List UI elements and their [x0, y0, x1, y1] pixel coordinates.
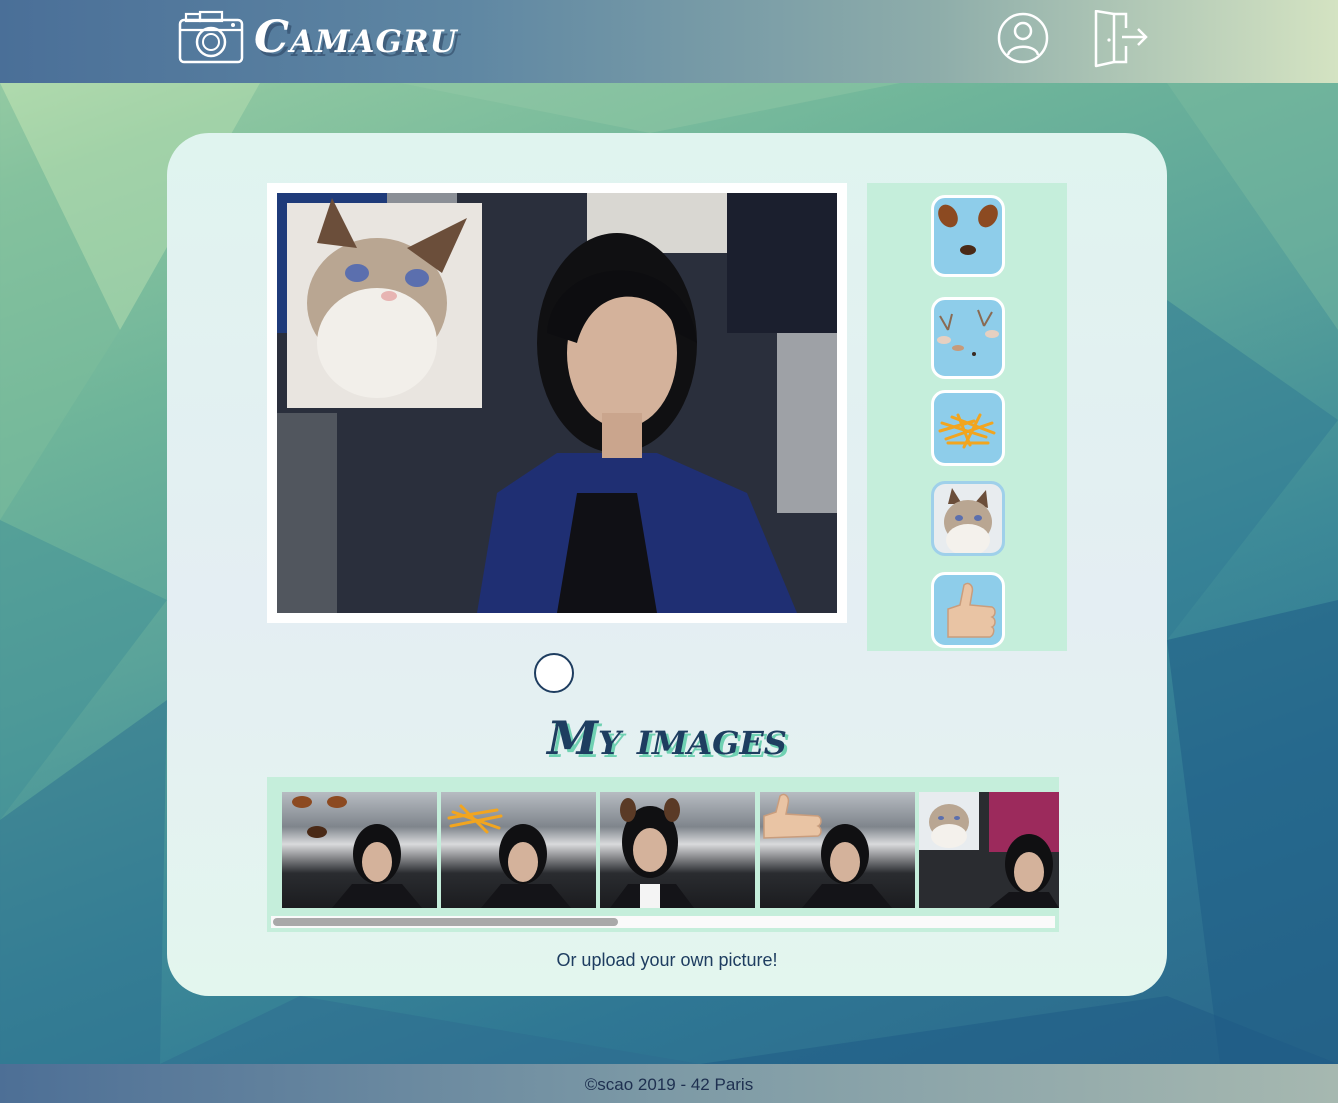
- grumpy-cat-icon: [934, 484, 1002, 553]
- thumbnail-image: [447, 804, 571, 908]
- webcam-image: [277, 193, 837, 613]
- gallery-thumbnail[interactable]: [760, 792, 915, 908]
- dog-ears-nose-sticker[interactable]: [931, 195, 1005, 277]
- webcam-preview-frame: [267, 183, 847, 623]
- scrollbar-thumb[interactable]: [273, 918, 618, 926]
- webcam-preview[interactable]: [277, 193, 837, 613]
- thumbnail-image: [919, 792, 1059, 908]
- grumpy-cat-sticker[interactable]: [931, 481, 1005, 556]
- gallery-thumbnail[interactable]: [282, 792, 437, 908]
- deer-antlers-sticker[interactable]: [931, 297, 1005, 379]
- camera-icon: [178, 10, 244, 64]
- top-header: Camagru: [0, 0, 1338, 83]
- sticker-panel: [867, 183, 1067, 651]
- dog-ears-icon: [938, 204, 998, 255]
- user-profile-icon[interactable]: [996, 10, 1050, 66]
- french-fries-sticker[interactable]: [931, 390, 1005, 466]
- capture-button[interactable]: [534, 653, 574, 693]
- my-images-title: My images: [547, 711, 787, 765]
- thumbnail-image: [763, 793, 892, 908]
- my-images-gallery: [267, 777, 1059, 932]
- gallery-scrollbar[interactable]: [271, 916, 1055, 928]
- editor-card: My images Or upload your own picture!: [167, 133, 1167, 996]
- gallery-thumbnail[interactable]: [441, 792, 596, 908]
- thumbnail-image: [292, 796, 422, 908]
- app-title: Camagru: [254, 11, 458, 63]
- thumbs-up-sticker[interactable]: [931, 572, 1005, 648]
- thumbs-up-icon: [947, 582, 996, 638]
- footer-copyright: ©scao 2019 - 42 Paris: [584, 1075, 754, 1094]
- upload-picture-link[interactable]: Or upload your own picture!: [167, 950, 1167, 971]
- gallery-thumbnail[interactable]: [919, 792, 1059, 908]
- gallery-thumbnail[interactable]: [600, 792, 755, 908]
- logout-door-icon[interactable]: [1092, 10, 1150, 68]
- logo[interactable]: Camagru: [178, 10, 458, 64]
- thumbnail-image: [610, 798, 694, 908]
- french-fries-icon: [938, 413, 996, 449]
- footer: ©scao 2019 - 42 Paris: [0, 1064, 1338, 1103]
- deer-antlers-icon: [937, 309, 999, 356]
